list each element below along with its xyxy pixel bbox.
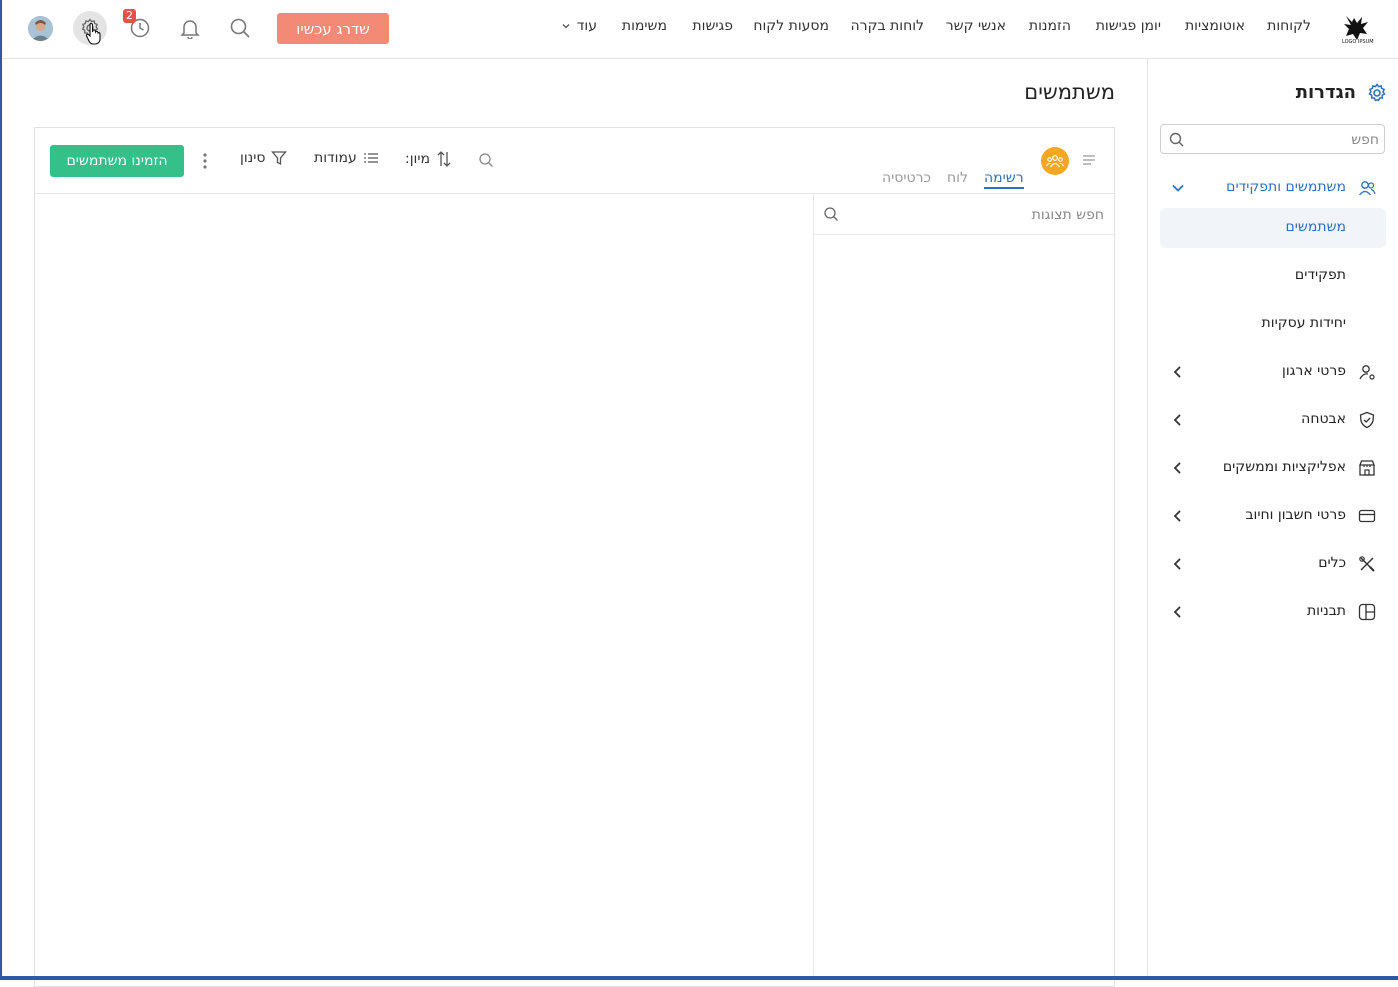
sidebar-item-users[interactable]: משתמשים	[1160, 208, 1386, 248]
sidebar-section-templates[interactable]: תבניות	[1160, 592, 1386, 632]
sidebar-section-security[interactable]: אבטחה	[1160, 400, 1386, 440]
tools-icon	[1359, 556, 1375, 572]
columns-label: עמודות	[314, 150, 357, 166]
sort-button[interactable]: מיון:	[405, 150, 452, 168]
views-search-input[interactable]	[848, 204, 1106, 226]
upgrade-button[interactable]: שדרג עכשיו	[277, 13, 389, 44]
chevron-left-icon	[1173, 558, 1181, 570]
shield-icon	[1359, 411, 1375, 429]
chevron-left-icon	[1173, 366, 1181, 378]
tab-cards[interactable]: כרטיסיה	[882, 170, 931, 186]
sidebar-section-label: אבטחה	[1301, 411, 1346, 427]
group-icon	[1046, 155, 1064, 168]
page-title: משתמשים	[1024, 80, 1115, 104]
bell-icon	[180, 20, 200, 39]
sidebar-item-label: תפקידים	[1294, 267, 1346, 283]
window-frame-left	[0, 0, 2, 980]
nav-dashboards[interactable]: לוחות בקרה	[851, 18, 924, 34]
filter-label: סינון	[240, 150, 266, 166]
filter-button[interactable]: סינון	[240, 150, 288, 166]
users-icon	[1358, 181, 1376, 196]
history-count-badge: 2	[123, 9, 136, 23]
chevron-down-icon	[562, 24, 570, 29]
users-panel	[34, 127, 1115, 987]
window-frame-bottom	[0, 976, 1398, 980]
sidebar-section-label: תבניות	[1306, 603, 1346, 619]
sidebar-section-label: כלים	[1318, 555, 1346, 571]
table-search-button[interactable]	[478, 152, 496, 170]
invite-users-button[interactable]: הזמינו משתמשים	[50, 145, 184, 177]
views-menu-button[interactable]	[1081, 153, 1097, 167]
sidebar-section-organization[interactable]: פרטי ארגון	[1160, 352, 1386, 392]
chevron-left-icon	[1173, 606, 1181, 618]
nav-meetings[interactable]: פגישות	[692, 18, 733, 34]
user-avatar[interactable]	[28, 16, 53, 41]
search-icon	[479, 153, 493, 167]
search-icon	[1169, 132, 1184, 147]
search-icon	[824, 207, 838, 221]
menu-lines-icon	[1083, 155, 1095, 165]
chevron-down-icon	[1172, 184, 1184, 192]
store-icon	[1359, 460, 1375, 476]
sidebar-section-users-roles[interactable]: משתמשים ותפקידים	[1160, 168, 1386, 208]
toolbar-divider	[35, 193, 1114, 194]
sidebar-item-label: יחידות עסקיות	[1261, 315, 1346, 331]
chevron-left-icon	[1173, 510, 1181, 522]
columns-button[interactable]: עמודות	[314, 150, 379, 166]
notifications-button[interactable]	[173, 11, 207, 45]
list-icon	[363, 153, 378, 163]
sidebar-section-label: פרטי ארגון	[1282, 363, 1346, 379]
nav-automations[interactable]: אוטומציות	[1185, 18, 1245, 34]
kebab-menu-icon	[203, 153, 207, 169]
views-search-divider	[814, 234, 1114, 235]
sidebar-section-apps-integrations[interactable]: אפליקציות וממשקים	[1160, 448, 1386, 488]
mouse-pointer-icon	[84, 22, 104, 46]
more-options-button[interactable]	[198, 151, 212, 171]
sidebar-title: הגדרות	[1295, 82, 1356, 103]
nav-more-label: עוד	[576, 18, 597, 34]
sidebar-section-label: פרטי חשבון וחיוב	[1245, 507, 1346, 523]
nav-meetings-calendar[interactable]: יומן פגישות	[1096, 18, 1161, 34]
sidebar-section-account-billing[interactable]: פרטי חשבון וחיוב	[1160, 496, 1386, 536]
credit-card-icon	[1358, 509, 1376, 523]
sidebar-search-input[interactable]	[1191, 129, 1381, 151]
tab-board[interactable]: לוח	[947, 170, 968, 186]
sidebar-section-tools[interactable]: כלים	[1160, 544, 1386, 584]
global-search-button[interactable]	[223, 11, 257, 45]
sort-label: מיון:	[405, 151, 430, 167]
sidebar-item-roles[interactable]: תפקידים	[1160, 256, 1386, 296]
nav-contacts[interactable]: אנשי קשר	[946, 18, 1006, 34]
sidebar-item-label: משתמשים	[1285, 219, 1346, 235]
filter-icon	[271, 151, 288, 166]
sidebar-section-label: אפליקציות וממשקים	[1222, 459, 1346, 475]
nav-customers[interactable]: לקוחות	[1267, 18, 1311, 34]
nav-tasks[interactable]: משימות	[622, 18, 667, 34]
nav-more[interactable]: עוד	[561, 18, 597, 34]
logo[interactable]: LOGO IPSUM	[1340, 12, 1374, 46]
sidebar-section-label: משתמשים ותפקידים	[1226, 179, 1346, 195]
sidebar-search[interactable]	[1160, 124, 1385, 154]
sidebar-item-business-units[interactable]: יחידות עסקיות	[1160, 304, 1386, 344]
views-pane-divider	[813, 194, 814, 976]
gear-icon	[1368, 83, 1386, 102]
nav-orders[interactable]: הזמנות	[1029, 18, 1071, 34]
layout-icon	[1358, 603, 1376, 621]
chevron-left-icon	[1173, 414, 1181, 426]
user-settings-icon	[1359, 365, 1375, 380]
team-avatar[interactable]	[1041, 147, 1069, 175]
search-icon	[230, 18, 250, 38]
chevron-left-icon	[1173, 462, 1181, 474]
nav-customer-journeys[interactable]: מסעות לקוח	[753, 18, 829, 34]
logo-text: LOGO IPSUM	[1342, 39, 1374, 45]
avatar-photo-icon	[28, 16, 53, 41]
settings-title-icon	[1366, 82, 1388, 104]
tab-list[interactable]: רשימה	[984, 170, 1024, 189]
sort-icon	[437, 151, 451, 167]
